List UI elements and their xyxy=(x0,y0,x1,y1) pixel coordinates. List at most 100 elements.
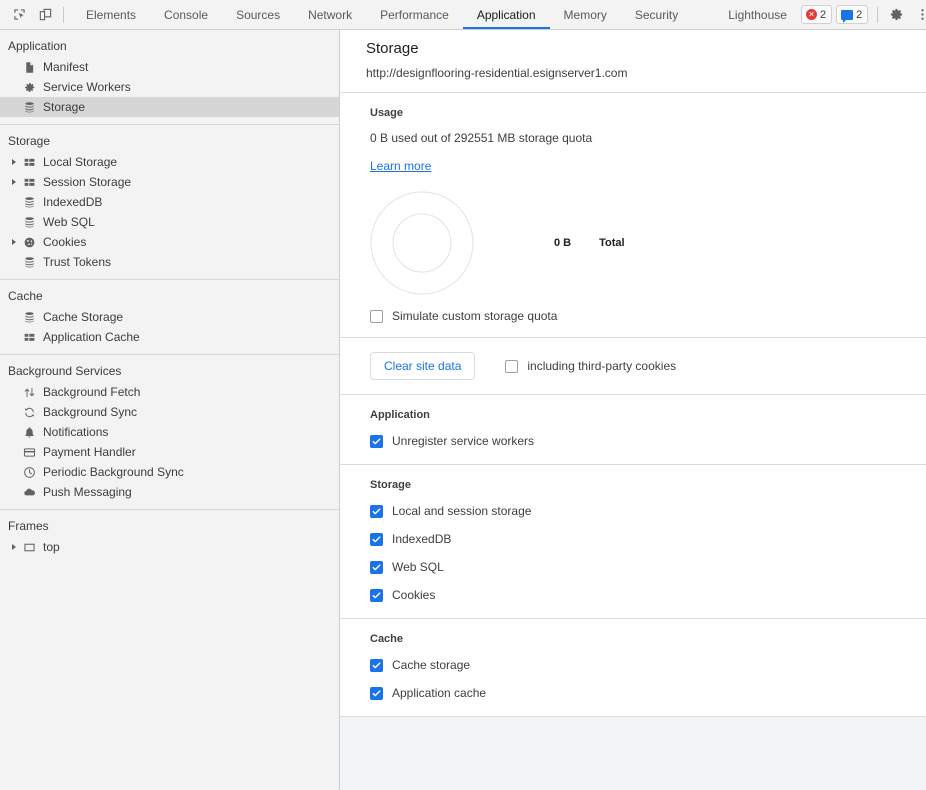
option-unregister-service-workers[interactable]: Unregister service workers xyxy=(370,434,926,448)
sidebar-item-cookies[interactable]: Cookies xyxy=(0,232,339,252)
tab-label: Network xyxy=(308,7,353,22)
message-count-badge[interactable]: 2 xyxy=(836,5,869,24)
table-icon xyxy=(20,176,38,189)
tab-label: Application xyxy=(476,7,536,22)
gear-icon[interactable] xyxy=(883,2,909,28)
sidebar-item-notifications[interactable]: Notifications xyxy=(0,422,339,442)
sidebar-item-payment-handler[interactable]: Payment Handler xyxy=(0,442,339,462)
clear-cache-section: Cache Cache storage Application cache xyxy=(340,619,926,717)
option-web-sql[interactable]: Web SQL xyxy=(370,560,926,574)
legend-value: 0 B xyxy=(554,237,572,249)
checkbox-checked[interactable] xyxy=(370,504,383,518)
checkbox-checked[interactable] xyxy=(370,532,383,546)
learn-more-link[interactable]: Learn more xyxy=(370,159,431,173)
option-label: Web SQL xyxy=(392,560,444,574)
clear-site-data-button[interactable]: Clear site data xyxy=(370,352,476,380)
toolbar-right-group: ✕ 2 2 xyxy=(800,0,926,29)
tab-security[interactable]: Security xyxy=(621,0,692,29)
simulate-quota-row[interactable]: Simulate custom storage quota xyxy=(370,309,926,323)
option-cookies[interactable]: Cookies xyxy=(370,588,926,602)
usage-chart: 0 B Total xyxy=(370,191,926,295)
checkbox-checked[interactable] xyxy=(370,434,383,448)
sidebar-item-label: Push Messaging xyxy=(43,485,132,499)
sync-icon xyxy=(20,406,38,419)
error-count-badge[interactable]: ✕ 2 xyxy=(800,5,833,24)
sidebar-item-trust-tokens[interactable]: Trust Tokens xyxy=(0,252,339,272)
sidebar-item-web-sql[interactable]: Web SQL xyxy=(0,212,339,232)
devtools-tab-bar: Elements Console Sources Network Perform… xyxy=(72,0,801,29)
sidebar-item-label: Manifest xyxy=(43,60,89,74)
database-icon xyxy=(20,256,38,269)
tab-sources[interactable]: Sources xyxy=(222,0,294,29)
option-application-cache[interactable]: Application cache xyxy=(370,686,926,700)
sidebar-item-top-frame[interactable]: top xyxy=(0,537,339,557)
clear-storage-section: Storage Local and session storage Indexe… xyxy=(340,465,926,619)
sidebar-item-storage[interactable]: Storage xyxy=(0,97,339,117)
sidebar-item-background-sync[interactable]: Background Sync xyxy=(0,402,339,422)
tab-console[interactable]: Console xyxy=(150,0,222,29)
panel-header: Storage http://designflooring-residentia… xyxy=(340,30,926,93)
arrows-up-down-icon xyxy=(20,386,38,399)
usage-summary: 0 B used out of 292551 MB storage quota xyxy=(370,131,593,145)
sidebar-item-label: Session Storage xyxy=(43,175,132,189)
sidebar-item-label: Background Sync xyxy=(43,405,138,419)
tab-label: Memory xyxy=(563,7,607,22)
simulate-quota-label: Simulate custom storage quota xyxy=(392,309,558,323)
checkbox-checked[interactable] xyxy=(370,658,383,672)
devtools-body: Application Manifest Service Workers Sto… xyxy=(0,30,926,790)
panel-filler xyxy=(340,717,926,790)
option-local-and-session-storage[interactable]: Local and session storage xyxy=(370,504,926,518)
option-cache-storage[interactable]: Cache storage xyxy=(370,658,926,672)
option-indexeddb[interactable]: IndexedDB xyxy=(370,532,926,546)
sidebar-item-push-messaging[interactable]: Push Messaging xyxy=(0,482,339,502)
cloud-icon xyxy=(20,486,38,499)
sidebar-item-service-workers[interactable]: Service Workers xyxy=(0,77,339,97)
sidebar-item-manifest[interactable]: Manifest xyxy=(0,57,339,77)
chevron-right-icon[interactable] xyxy=(8,543,20,551)
sidebar-group-frames: Frames top xyxy=(0,509,339,564)
chevron-right-icon[interactable] xyxy=(8,238,20,246)
sidebar-item-label: Service Workers xyxy=(43,80,131,94)
checkbox-checked[interactable] xyxy=(370,686,383,700)
option-label: Unregister service workers xyxy=(392,434,535,448)
device-toolbar-icon[interactable] xyxy=(32,2,58,28)
sidebar-item-periodic-background-sync[interactable]: Periodic Background Sync xyxy=(0,462,339,482)
tab-elements[interactable]: Elements xyxy=(72,0,150,29)
third-party-cookies-row[interactable]: including third-party cookies xyxy=(505,359,676,373)
third-party-cookies-checkbox[interactable] xyxy=(505,359,519,373)
third-party-cookies-label: including third-party cookies xyxy=(527,359,677,373)
sidebar-item-indexeddb[interactable]: IndexedDB xyxy=(0,192,339,212)
simulate-quota-checkbox[interactable] xyxy=(370,309,383,323)
tab-label: Elements xyxy=(86,7,137,22)
tab-memory[interactable]: Memory xyxy=(550,0,621,29)
tab-label: Performance xyxy=(380,7,449,22)
sidebar-group-header: Storage xyxy=(8,134,51,148)
inspect-element-icon[interactable] xyxy=(6,2,32,28)
sidebar-item-session-storage[interactable]: Session Storage xyxy=(0,172,339,192)
chevron-right-icon[interactable] xyxy=(8,158,20,166)
devtools-toolbar: Elements Console Sources Network Perform… xyxy=(0,0,926,30)
sidebar-group-header: Application xyxy=(8,39,67,53)
tab-label: Console xyxy=(164,7,209,22)
sidebar-group-cache: Cache Cache Storage Application Cache xyxy=(0,279,339,354)
checkbox-checked[interactable] xyxy=(370,560,383,574)
toolbar-divider-right xyxy=(877,6,879,23)
sidebar-item-label: Cookies xyxy=(43,235,87,249)
message-icon xyxy=(841,9,854,23)
sidebar-item-application-cache[interactable]: Application Cache xyxy=(0,327,339,347)
tab-network[interactable]: Network xyxy=(294,0,366,29)
option-label: Cookies xyxy=(392,588,436,602)
tab-lighthouse[interactable]: Lighthouse xyxy=(714,0,801,29)
sidebar-group-header: Cache xyxy=(8,289,43,303)
sidebar-item-background-fetch[interactable]: Background Fetch xyxy=(0,382,339,402)
sidebar-item-local-storage[interactable]: Local Storage xyxy=(0,152,339,172)
tab-performance[interactable]: Performance xyxy=(366,0,463,29)
option-label: Cache storage xyxy=(392,658,471,672)
tab-application[interactable]: Application xyxy=(462,0,550,29)
kebab-menu-icon[interactable] xyxy=(909,2,926,28)
tab-label: Sources xyxy=(236,7,281,22)
sidebar-item-cache-storage[interactable]: Cache Storage xyxy=(0,307,339,327)
section-heading: Cache xyxy=(370,633,404,645)
chevron-right-icon[interactable] xyxy=(8,178,20,186)
checkbox-checked[interactable] xyxy=(370,588,383,602)
